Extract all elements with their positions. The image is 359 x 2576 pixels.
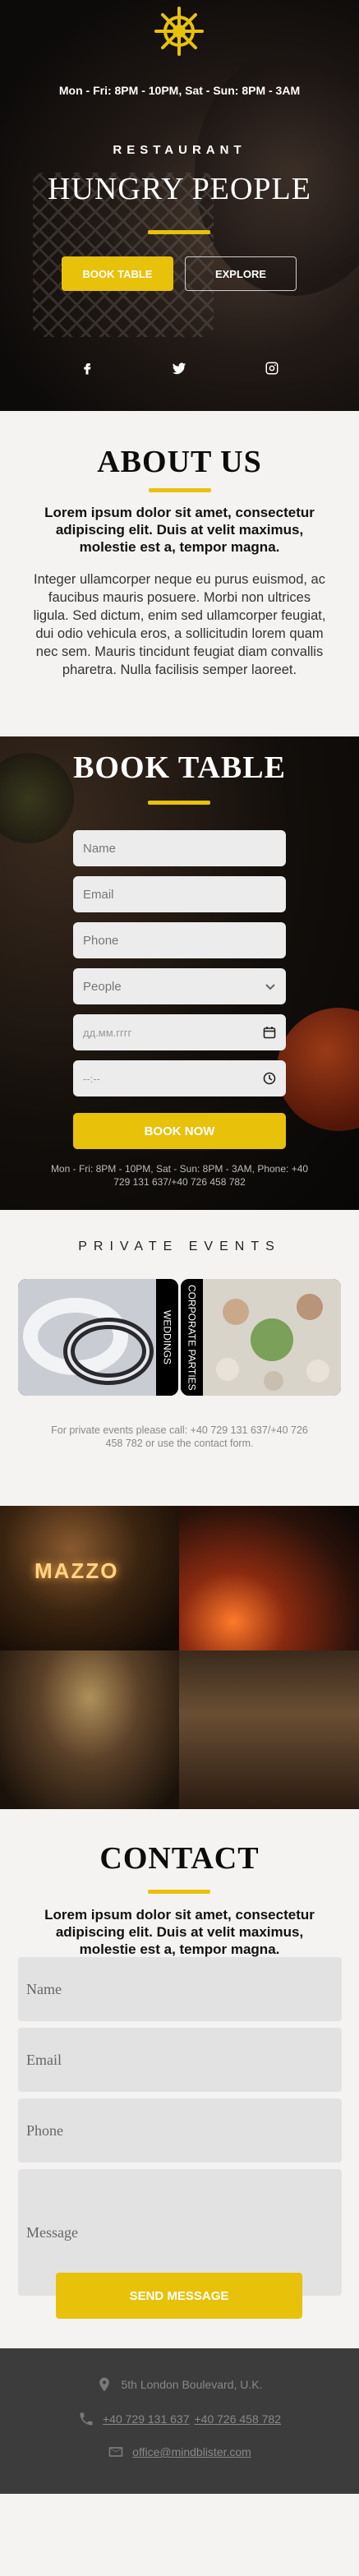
gallery-photo-bar[interactable]: MAZZO bbox=[0, 1506, 179, 1650]
corporate-parties-label: CORPORATE PARTIES bbox=[181, 1279, 203, 1396]
explore-button[interactable]: EXPLORE bbox=[185, 256, 297, 291]
events-note: For private events please call: +40 729 … bbox=[51, 1424, 308, 1449]
phone-icon bbox=[80, 2412, 93, 2426]
book-phone-input[interactable]: Phone bbox=[73, 922, 286, 958]
about-section: ABOUT US Lorem ipsum dolor sit amet, con… bbox=[0, 411, 359, 736]
footer-email-link[interactable]: office@mindblister.com bbox=[132, 2445, 251, 2458]
hero-section: Mon - Fri: 8PM - 10PM, Sat - Sun: 8PM - … bbox=[0, 0, 359, 411]
about-divider bbox=[148, 488, 211, 492]
book-time-placeholder: --:-- bbox=[83, 1072, 100, 1085]
book-phone-placeholder: Phone bbox=[83, 933, 119, 948]
footer: 5th London Boulevard, U.K. +40 729 131 6… bbox=[0, 2348, 359, 2494]
book-table-button[interactable]: BOOK TABLE bbox=[62, 256, 173, 291]
about-body: Integer ullamcorper neque eu purus euism… bbox=[33, 572, 326, 677]
hero-divider bbox=[148, 230, 210, 234]
book-background-tomato bbox=[277, 1008, 359, 1131]
contact-name-placeholder: Name bbox=[26, 1980, 62, 1997]
book-time-input[interactable]: --:-- bbox=[73, 1060, 286, 1096]
hero-kicker: RESTAURANT bbox=[113, 143, 246, 157]
contact-name-input[interactable]: Name bbox=[18, 1957, 342, 2021]
footer-email-row: office@mindblister.com bbox=[0, 2444, 359, 2460]
corporate-party-photo bbox=[203, 1279, 341, 1396]
contact-message-placeholder: Message bbox=[26, 2223, 78, 2241]
book-name-placeholder: Name bbox=[83, 841, 117, 856]
twitter-icon[interactable] bbox=[164, 353, 194, 383]
book-people-select[interactable]: People bbox=[73, 968, 286, 1004]
book-people-placeholder: People bbox=[83, 979, 122, 994]
footer-address: 5th London Boulevard, U.K. bbox=[121, 2378, 263, 2391]
book-date-placeholder: дд.мм.гггг bbox=[83, 1026, 132, 1039]
instagram-icon[interactable] bbox=[257, 353, 287, 383]
contact-lead: Lorem ipsum dolor sit amet, consectetur … bbox=[44, 1907, 315, 1957]
book-now-button[interactable]: BOOK NOW bbox=[73, 1113, 286, 1149]
location-pin-icon bbox=[99, 2377, 110, 2392]
book-name-input[interactable]: Name bbox=[73, 830, 286, 866]
ship-wheel-logo-icon bbox=[154, 7, 204, 56]
gallery-photo-grill[interactable] bbox=[179, 1506, 359, 1650]
contact-email-placeholder: Email bbox=[26, 2051, 62, 2068]
send-message-button[interactable]: SEND MESSAGE bbox=[56, 2273, 302, 2319]
gallery-sign: MAZZO bbox=[35, 1558, 119, 1583]
contact-phone-input[interactable]: Phone bbox=[18, 2098, 342, 2163]
clock-icon[interactable] bbox=[263, 1072, 276, 1085]
brand-title: HUNGRY PEOPLE bbox=[48, 172, 311, 206]
private-events-section: PRIVATE EVENTS WEDDINGS CORPORATE PARTIE… bbox=[0, 1210, 359, 1506]
events-kicker: PRIVATE EVENTS bbox=[78, 1240, 281, 1253]
book-date-input[interactable]: дд.мм.гггг bbox=[73, 1014, 286, 1050]
gallery-photo-dining-room[interactable] bbox=[0, 1650, 179, 1809]
footer-phone-link-2[interactable]: +40 726 458 782 bbox=[195, 2412, 282, 2426]
footer-phone-row: +40 729 131 637 +40 726 458 782 bbox=[0, 2411, 359, 2427]
footer-address-row: 5th London Boulevard, U.K. bbox=[0, 2376, 359, 2393]
weddings-card[interactable]: WEDDINGS bbox=[18, 1279, 178, 1396]
gallery-photo-hall[interactable] bbox=[179, 1650, 359, 1809]
book-email-input[interactable]: Email bbox=[73, 876, 286, 912]
contact-phone-placeholder: Phone bbox=[26, 2121, 63, 2139]
wedding-rings-photo bbox=[18, 1279, 156, 1396]
contact-email-input[interactable]: Email bbox=[18, 2028, 342, 2092]
book-title: BOOK TABLE bbox=[73, 750, 286, 785]
weddings-label: WEDDINGS bbox=[156, 1279, 178, 1396]
chevron-down-icon bbox=[265, 984, 275, 990]
about-title: ABOUT US bbox=[97, 445, 262, 479]
contact-section: CONTACT Lorem ipsum dolor sit amet, cons… bbox=[0, 1809, 359, 2348]
corporate-parties-card[interactable]: CORPORATE PARTIES bbox=[181, 1279, 341, 1396]
book-divider bbox=[148, 801, 210, 805]
book-email-placeholder: Email bbox=[83, 887, 114, 902]
opening-hours: Mon - Fri: 8PM - 10PM, Sat - Sun: 8PM - … bbox=[58, 84, 301, 97]
facebook-icon[interactable] bbox=[72, 353, 102, 383]
footer-phone-link-1[interactable]: +40 729 131 637 bbox=[103, 2412, 190, 2426]
about-lead: Lorem ipsum dolor sit amet, consectetur … bbox=[44, 505, 315, 555]
contact-title: CONTACT bbox=[99, 1841, 260, 1876]
book-note: Mon - Fri: 8PM - 10PM, Sat - Sun: 8PM - … bbox=[50, 1163, 309, 1188]
envelope-icon bbox=[108, 2447, 123, 2457]
gallery-section: MAZZO bbox=[0, 1506, 359, 1809]
calendar-icon[interactable] bbox=[263, 1026, 276, 1039]
contact-divider bbox=[148, 1890, 210, 1894]
book-table-section: BOOK TABLE Name Email Phone People дд.мм… bbox=[0, 736, 359, 1210]
